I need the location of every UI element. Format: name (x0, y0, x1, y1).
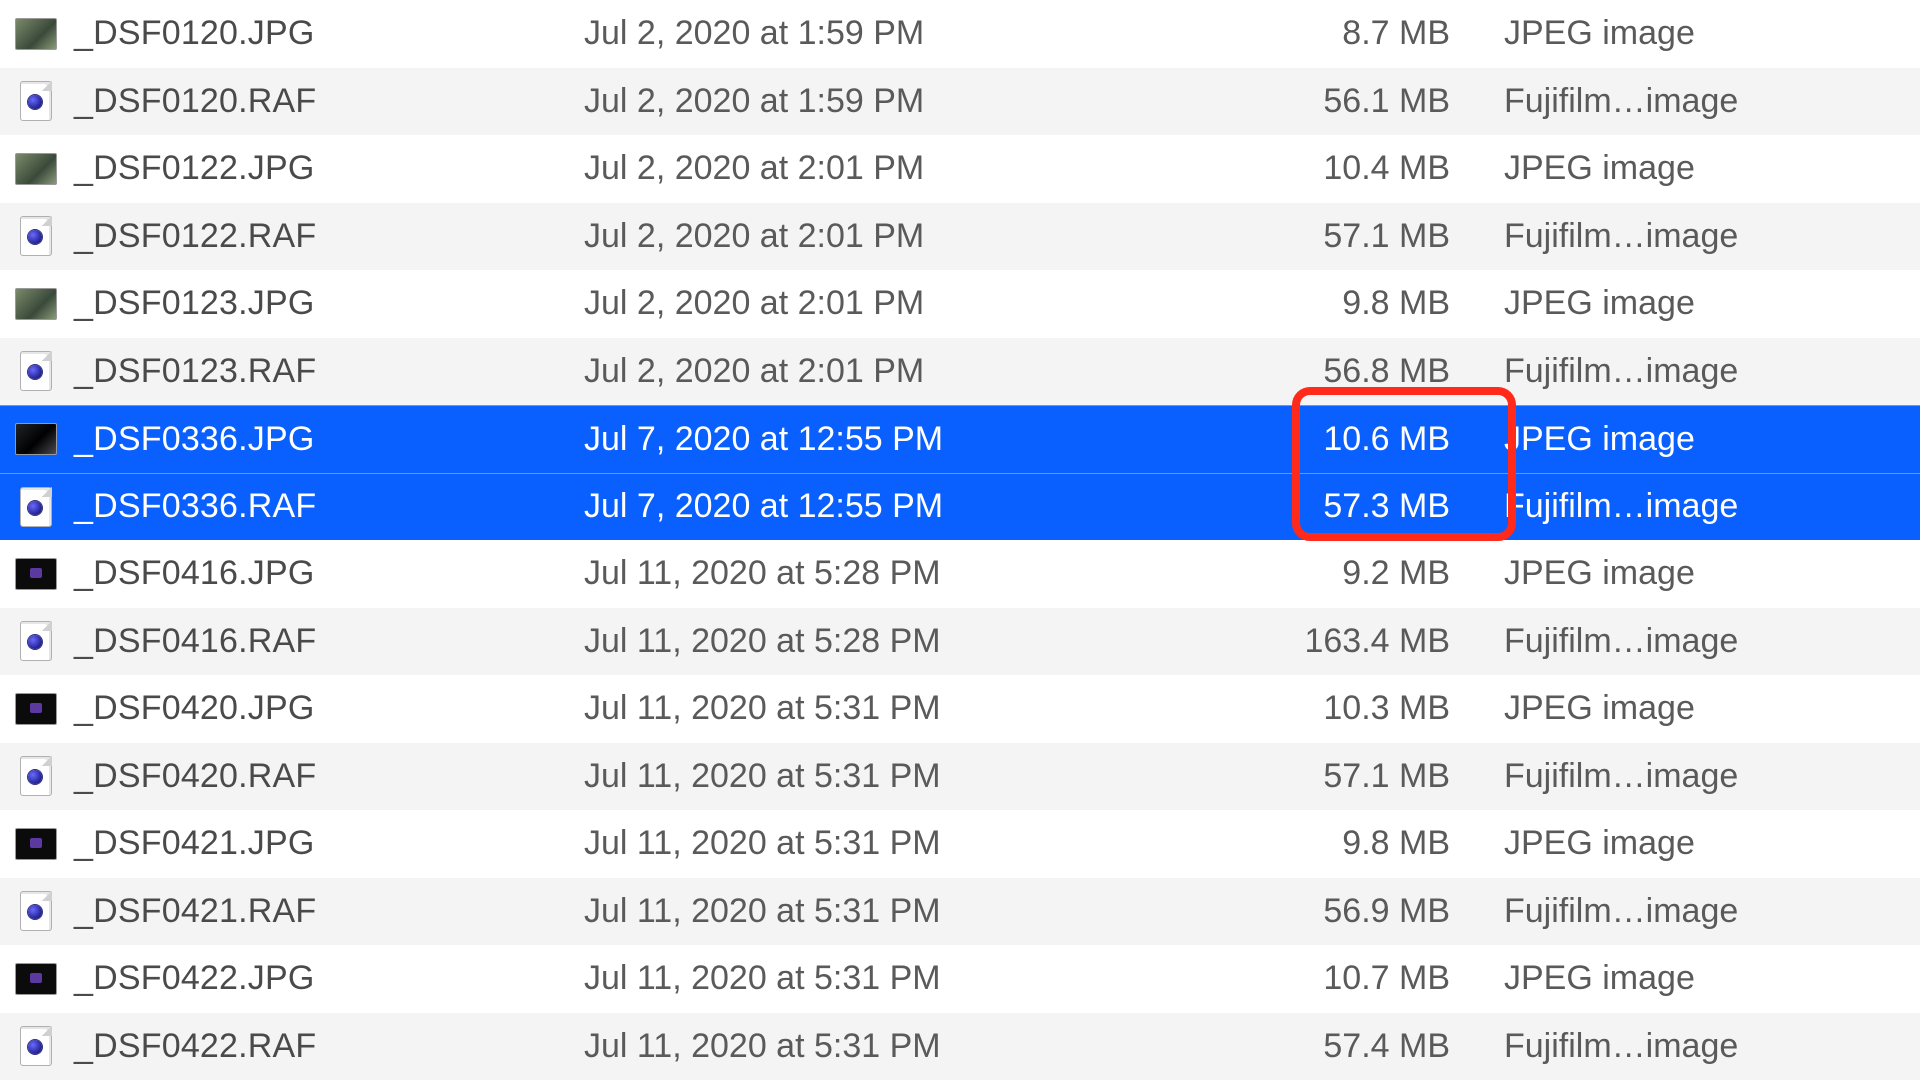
file-date-modified: Jul 11, 2020 at 5:31 PM (584, 892, 1144, 931)
file-size: 10.4 MB (1144, 149, 1504, 188)
raf-document-icon (14, 489, 58, 525)
file-row[interactable]: _DSF0416.RAFJul 11, 2020 at 5:28 PM163.4… (0, 608, 1920, 676)
file-kind: Fujifilm…image (1504, 82, 1912, 121)
raf-document-icon (14, 353, 58, 389)
jpeg-thumbnail-icon (14, 16, 58, 52)
file-date-modified: Jul 11, 2020 at 5:28 PM (584, 622, 1144, 661)
file-name: _DSF0122.RAF (74, 217, 584, 256)
raf-document-icon (14, 83, 58, 119)
file-date-modified: Jul 11, 2020 at 5:31 PM (584, 689, 1144, 728)
file-kind: JPEG image (1504, 554, 1912, 593)
file-kind: Fujifilm…image (1504, 892, 1912, 931)
file-kind: JPEG image (1504, 14, 1912, 53)
file-size: 56.8 MB (1144, 352, 1504, 391)
file-kind: Fujifilm…image (1504, 487, 1912, 526)
file-date-modified: Jul 2, 2020 at 2:01 PM (584, 149, 1144, 188)
file-date-modified: Jul 2, 2020 at 1:59 PM (584, 14, 1144, 53)
file-name: _DSF0420.JPG (74, 689, 584, 728)
file-size: 57.1 MB (1144, 217, 1504, 256)
file-date-modified: Jul 11, 2020 at 5:28 PM (584, 554, 1144, 593)
file-name: _DSF0336.RAF (74, 487, 584, 526)
jpeg-thumbnail-icon (14, 691, 58, 727)
file-kind: Fujifilm…image (1504, 1027, 1912, 1066)
file-size: 9.8 MB (1144, 824, 1504, 863)
file-name: _DSF0421.RAF (74, 892, 584, 931)
file-name: _DSF0422.JPG (74, 959, 584, 998)
file-name: _DSF0122.JPG (74, 149, 584, 188)
file-row[interactable]: _DSF0421.JPGJul 11, 2020 at 5:31 PM9.8 M… (0, 810, 1920, 878)
file-date-modified: Jul 11, 2020 at 5:31 PM (584, 757, 1144, 796)
file-size: 10.7 MB (1144, 959, 1504, 998)
file-row[interactable]: _DSF0123.RAFJul 2, 2020 at 2:01 PM56.8 M… (0, 338, 1920, 406)
raf-document-icon (14, 893, 58, 929)
file-size: 10.3 MB (1144, 689, 1504, 728)
file-size: 9.2 MB (1144, 554, 1504, 593)
file-name: _DSF0336.JPG (74, 420, 584, 459)
raf-document-icon (14, 758, 58, 794)
file-name: _DSF0421.JPG (74, 824, 584, 863)
file-name: _DSF0416.JPG (74, 554, 584, 593)
file-size: 56.9 MB (1144, 892, 1504, 931)
file-row[interactable]: _DSF0122.JPGJul 2, 2020 at 2:01 PM10.4 M… (0, 135, 1920, 203)
file-date-modified: Jul 11, 2020 at 5:31 PM (584, 824, 1144, 863)
file-kind: JPEG image (1504, 689, 1912, 728)
file-kind: JPEG image (1504, 149, 1912, 188)
file-date-modified: Jul 2, 2020 at 2:01 PM (584, 352, 1144, 391)
file-kind: JPEG image (1504, 420, 1912, 459)
file-size: 57.1 MB (1144, 757, 1504, 796)
jpeg-thumbnail-icon (14, 286, 58, 322)
jpeg-thumbnail-icon (14, 961, 58, 997)
file-kind: JPEG image (1504, 284, 1912, 323)
file-name: _DSF0422.RAF (74, 1027, 584, 1066)
file-name: _DSF0416.RAF (74, 622, 584, 661)
file-date-modified: Jul 7, 2020 at 12:55 PM (584, 420, 1144, 459)
file-size: 10.6 MB (1144, 420, 1504, 459)
file-row[interactable]: _DSF0336.RAFJul 7, 2020 at 12:55 PM57.3 … (0, 473, 1920, 541)
file-row[interactable]: _DSF0336.JPGJul 7, 2020 at 12:55 PM10.6 … (0, 405, 1920, 473)
file-date-modified: Jul 2, 2020 at 2:01 PM (584, 217, 1144, 256)
file-size: 57.4 MB (1144, 1027, 1504, 1066)
file-list[interactable]: _DSF0120.JPGJul 2, 2020 at 1:59 PM8.7 MB… (0, 0, 1920, 1080)
file-name: _DSF0120.RAF (74, 82, 584, 121)
file-kind: JPEG image (1504, 959, 1912, 998)
file-date-modified: Jul 11, 2020 at 5:31 PM (584, 959, 1144, 998)
file-kind: JPEG image (1504, 824, 1912, 863)
file-size: 163.4 MB (1144, 622, 1504, 661)
file-date-modified: Jul 2, 2020 at 1:59 PM (584, 82, 1144, 121)
raf-document-icon (14, 1028, 58, 1064)
file-kind: Fujifilm…image (1504, 217, 1912, 256)
file-name: _DSF0123.RAF (74, 352, 584, 391)
file-size: 56.1 MB (1144, 82, 1504, 121)
file-row[interactable]: _DSF0123.JPGJul 2, 2020 at 2:01 PM9.8 MB… (0, 270, 1920, 338)
file-size: 57.3 MB (1144, 487, 1504, 526)
file-name: _DSF0120.JPG (74, 14, 584, 53)
file-kind: Fujifilm…image (1504, 757, 1912, 796)
file-row[interactable]: _DSF0120.JPGJul 2, 2020 at 1:59 PM8.7 MB… (0, 0, 1920, 68)
raf-document-icon (14, 623, 58, 659)
file-date-modified: Jul 2, 2020 at 2:01 PM (584, 284, 1144, 323)
file-row[interactable]: _DSF0120.RAFJul 2, 2020 at 1:59 PM56.1 M… (0, 68, 1920, 136)
jpeg-thumbnail-icon (14, 826, 58, 862)
file-date-modified: Jul 7, 2020 at 12:55 PM (584, 487, 1144, 526)
file-row[interactable]: _DSF0422.JPGJul 11, 2020 at 5:31 PM10.7 … (0, 945, 1920, 1013)
file-name: _DSF0420.RAF (74, 757, 584, 796)
raf-document-icon (14, 218, 58, 254)
file-row[interactable]: _DSF0421.RAFJul 11, 2020 at 5:31 PM56.9 … (0, 878, 1920, 946)
jpeg-thumbnail-icon (14, 556, 58, 592)
jpeg-thumbnail-icon (14, 151, 58, 187)
file-row[interactable]: _DSF0420.RAFJul 11, 2020 at 5:31 PM57.1 … (0, 743, 1920, 811)
file-row[interactable]: _DSF0122.RAFJul 2, 2020 at 2:01 PM57.1 M… (0, 203, 1920, 271)
file-date-modified: Jul 11, 2020 at 5:31 PM (584, 1027, 1144, 1066)
file-name: _DSF0123.JPG (74, 284, 584, 323)
file-size: 9.8 MB (1144, 284, 1504, 323)
file-row[interactable]: _DSF0416.JPGJul 11, 2020 at 5:28 PM9.2 M… (0, 540, 1920, 608)
jpeg-thumbnail-icon (14, 421, 58, 457)
file-row[interactable]: _DSF0422.RAFJul 11, 2020 at 5:31 PM57.4 … (0, 1013, 1920, 1080)
file-kind: Fujifilm…image (1504, 352, 1912, 391)
file-row[interactable]: _DSF0420.JPGJul 11, 2020 at 5:31 PM10.3 … (0, 675, 1920, 743)
file-kind: Fujifilm…image (1504, 622, 1912, 661)
file-size: 8.7 MB (1144, 14, 1504, 53)
